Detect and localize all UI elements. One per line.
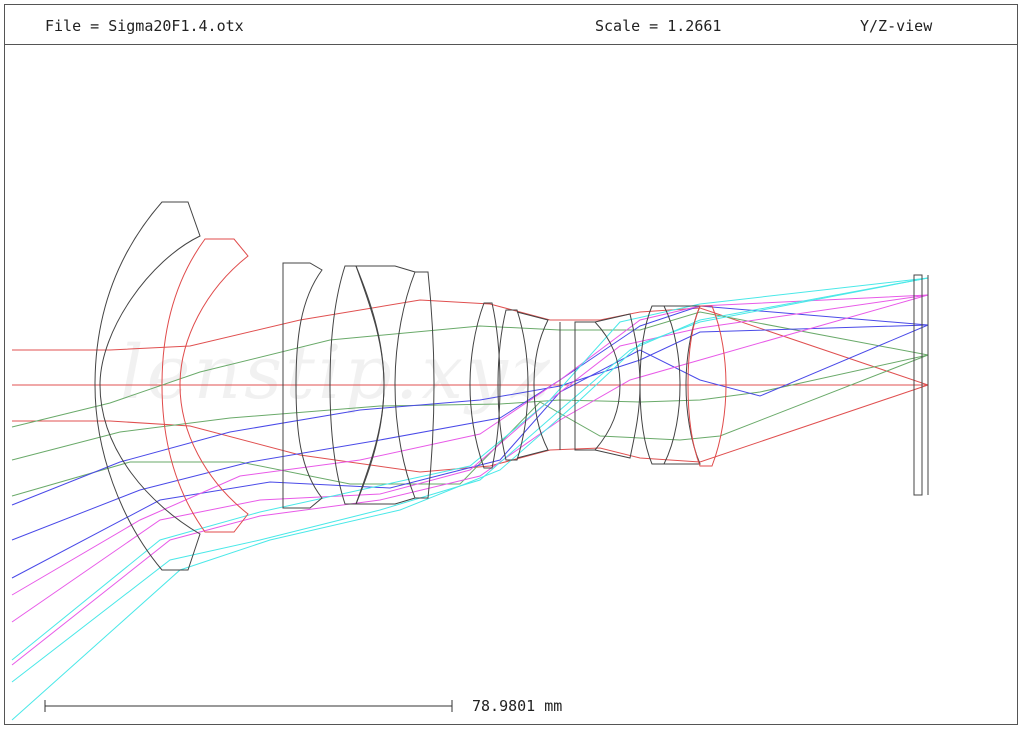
scale-bar xyxy=(44,700,453,712)
lens-diagram xyxy=(11,201,929,721)
ray-bundle-cyan xyxy=(11,277,929,721)
ray-bundle-blue xyxy=(11,305,929,579)
scale-bar-label: 78.9801 mm xyxy=(472,697,563,715)
ray-bundle-magenta xyxy=(11,294,929,666)
ray-bundle-green xyxy=(11,311,929,497)
lens-element-8 xyxy=(687,305,727,467)
